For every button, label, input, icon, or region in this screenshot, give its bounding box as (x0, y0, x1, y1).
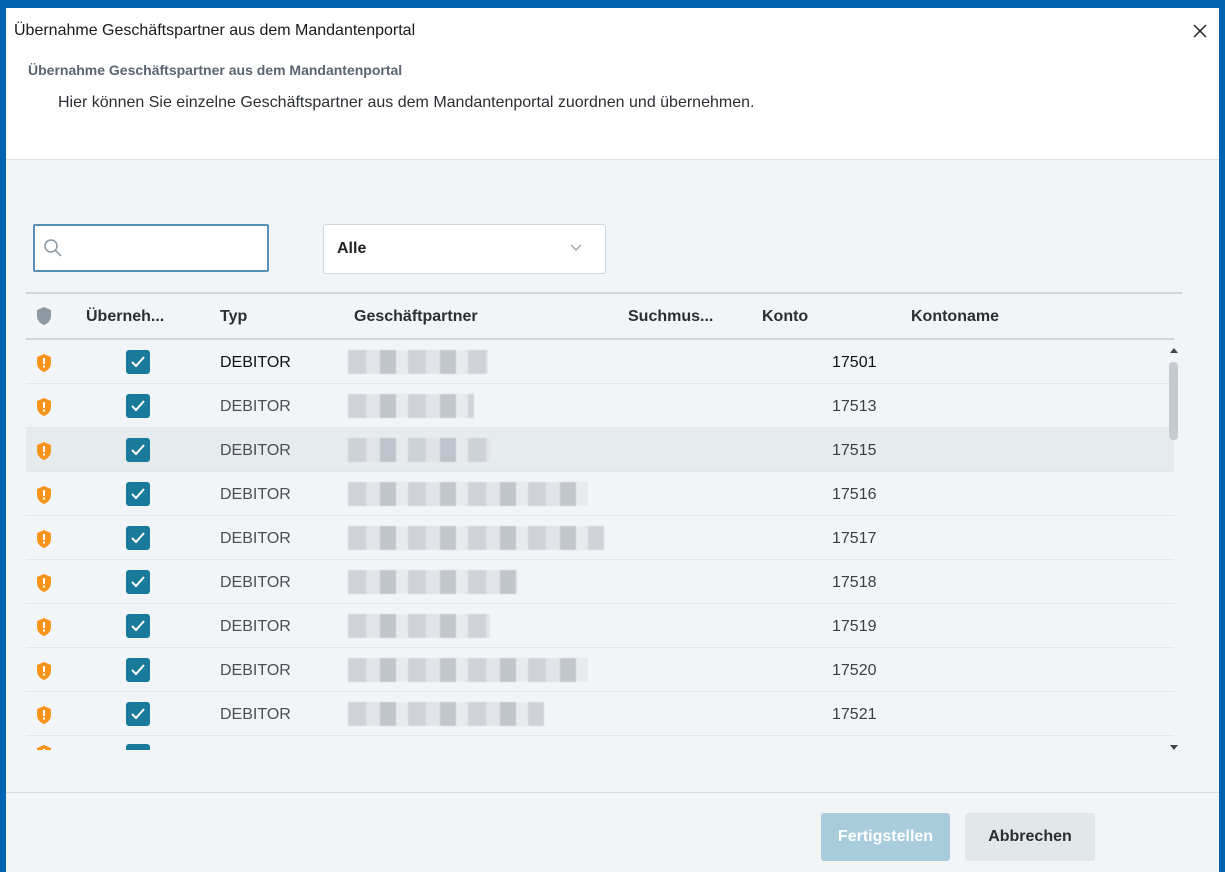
row-partner-redacted (348, 394, 618, 420)
row-partner-redacted (348, 702, 618, 728)
warning-shield-icon (36, 661, 52, 686)
column-header-type[interactable]: Typ (220, 308, 247, 326)
warning-shield-icon (36, 705, 52, 730)
row-account: 17519 (832, 618, 877, 635)
table-row[interactable]: DEBITOR 17501 (26, 340, 1174, 384)
row-account: 17520 (832, 662, 877, 679)
row-partner-redacted (348, 350, 618, 376)
row-partner-redacted (348, 526, 618, 552)
row-account: 17518 (832, 574, 877, 591)
warning-shield-icon (36, 353, 52, 378)
row-account: 17513 (832, 398, 877, 415)
column-header-take[interactable]: Überneh... (86, 308, 164, 326)
scroll-down-icon[interactable] (1169, 744, 1179, 752)
row-partner-redacted (348, 482, 618, 508)
close-button[interactable] (1189, 20, 1211, 42)
warning-shield-icon (36, 744, 52, 750)
chevron-down-icon (570, 244, 582, 251)
scroll-up-icon[interactable] (1169, 346, 1179, 354)
column-header-account[interactable]: Konto (762, 308, 808, 326)
warning-shield-icon (36, 617, 52, 642)
header-description: Hier können Sie einzelne Geschäftspartne… (58, 94, 755, 111)
partner-grid: Überneh... Typ Geschäftpartner Suchmus..… (26, 292, 1182, 752)
take-checkbox[interactable] (126, 614, 150, 638)
take-checkbox[interactable] (126, 658, 150, 682)
search-input[interactable] (68, 228, 258, 268)
table-row[interactable]: DEBITOR 17515 (26, 428, 1174, 472)
take-checkbox[interactable] (126, 438, 150, 462)
window-title: Übernahme Geschäftspartner aus dem Manda… (14, 22, 416, 39)
row-partner-redacted (348, 614, 618, 640)
row-account: 17521 (832, 706, 877, 723)
table-row[interactable]: DEBITOR 17519 (26, 604, 1174, 648)
scrollbar-thumb[interactable] (1169, 362, 1178, 440)
table-row[interactable]: DEBITOR 17520 (26, 648, 1174, 692)
row-account: 17517 (832, 530, 877, 547)
take-checkbox[interactable] (126, 350, 150, 374)
row-type: DEBITOR (220, 662, 291, 679)
vertical-scrollbar[interactable] (1166, 346, 1182, 752)
row-type: DEBITOR (220, 354, 291, 371)
row-type: DEBITOR (220, 530, 291, 547)
row-type: DEBITOR (220, 442, 291, 459)
filter-selected-value: Alle (337, 240, 367, 257)
close-icon (1193, 24, 1207, 38)
table-row[interactable]: DEBITOR 17518 (26, 560, 1174, 604)
row-type: DEBITOR (220, 706, 291, 723)
row-type: DEBITOR (220, 486, 291, 503)
title-bar: Übernahme Geschäftspartner aus dem Manda… (6, 8, 1219, 54)
search-box[interactable] (33, 224, 269, 272)
row-partner-redacted (348, 438, 618, 464)
dialog-footer: Fertigstellen Abbrechen (6, 792, 1219, 872)
column-header-status[interactable] (36, 306, 52, 331)
grid-header: Überneh... Typ Geschäftpartner Suchmus..… (26, 294, 1174, 340)
take-checkbox[interactable] (126, 394, 150, 418)
row-type: DEBITOR (220, 574, 291, 591)
dialog-header: Übernahme Geschäftspartner aus dem Manda… (6, 54, 1219, 160)
table-row[interactable]: DEBITOR 17521 (26, 692, 1174, 736)
table-row[interactable]: DEBITOR 17513 (26, 384, 1174, 428)
cancel-button[interactable]: Abbrechen (965, 813, 1095, 861)
warning-shield-icon (36, 397, 52, 422)
column-header-account-name[interactable]: Kontoname (911, 308, 999, 326)
shield-icon (37, 307, 51, 325)
row-partner-redacted (348, 570, 618, 596)
row-partner-redacted (348, 658, 618, 684)
take-checkbox[interactable] (126, 702, 150, 726)
row-account: 17516 (832, 486, 877, 503)
row-account: 17501 (832, 354, 877, 371)
filter-select[interactable]: Alle (323, 224, 606, 274)
header-title: Übernahme Geschäftspartner aus dem Manda… (28, 62, 403, 78)
column-header-search-pattern[interactable]: Suchmus... (628, 308, 713, 326)
table-row[interactable]: DEBITOR 17517 (26, 516, 1174, 560)
table-row[interactable]: DEBITOR 17516 (26, 472, 1174, 516)
column-header-partner[interactable]: Geschäftpartner (354, 308, 478, 326)
warning-shield-icon (36, 485, 52, 510)
take-checkbox (126, 744, 150, 750)
take-checkbox[interactable] (126, 570, 150, 594)
take-checkbox[interactable] (126, 526, 150, 550)
finish-button[interactable]: Fertigstellen (821, 813, 950, 861)
dialog-window: Übernahme Geschäftspartner aus dem Manda… (6, 8, 1219, 872)
warning-shield-icon (36, 573, 52, 598)
warning-shield-icon (36, 529, 52, 554)
warning-shield-icon (36, 441, 52, 466)
take-checkbox[interactable] (126, 482, 150, 506)
row-account: 17515 (832, 442, 877, 459)
search-icon (38, 233, 68, 263)
table-row-partial (26, 736, 1174, 750)
row-type: DEBITOR (220, 398, 291, 415)
row-type: DEBITOR (220, 618, 291, 635)
